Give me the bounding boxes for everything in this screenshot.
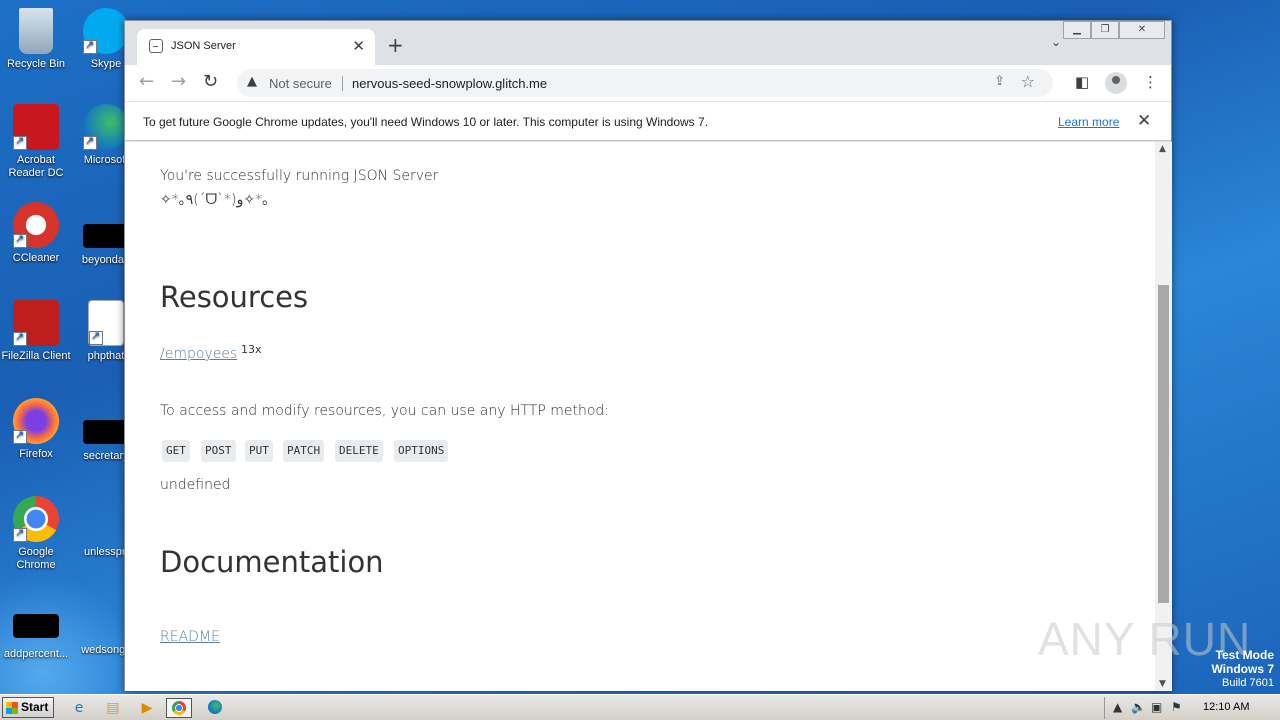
- resource-count: 13x: [241, 343, 262, 356]
- method-badge: OPTIONS: [394, 440, 449, 462]
- resources-heading: Resources: [160, 280, 309, 314]
- chrome-taskbar-icon[interactable]: [166, 698, 192, 718]
- file-explorer-icon[interactable]: ▤: [100, 698, 126, 718]
- start-button[interactable]: Start: [2, 697, 54, 718]
- security-label[interactable]: Not secure: [269, 76, 332, 91]
- minimize-button[interactable]: ▁: [1063, 21, 1091, 39]
- chrome-window: JSON Server ✕ + ⌄ ▁ ❐ ✕ ← → ↻ ▲ Not secu…: [124, 20, 1172, 691]
- tray-expand-icon[interactable]: ▲: [1113, 700, 1122, 714]
- desktop-icon-acrobat[interactable]: Acrobat Reader DC: [0, 104, 72, 180]
- desktop-icon-firefox[interactable]: Firefox: [0, 398, 72, 461]
- url-text[interactable]: nervous-seed-snowplow.glitch.me: [352, 76, 547, 91]
- maximize-button[interactable]: ❐: [1091, 21, 1119, 39]
- title-bar: JSON Server ✕ + ⌄ ▁ ❐ ✕: [125, 21, 1171, 65]
- undefined-text: undefined: [160, 477, 231, 493]
- browser-toolbar: ← → ↻ ▲ Not secure nervous-seed-snowplow…: [125, 65, 1171, 101]
- desktop-icon-recycle-bin[interactable]: Recycle Bin: [0, 8, 72, 71]
- method-badge: POST: [201, 440, 236, 462]
- address-bar[interactable]: ▲ Not secure nervous-seed-snowplow.glitc…: [237, 69, 1053, 97]
- tab-title: JSON Server: [171, 40, 236, 52]
- filezilla-icon: [13, 300, 59, 346]
- resource-link[interactable]: /empoyees: [160, 346, 237, 362]
- warning-icon: ▲: [247, 74, 257, 89]
- readme-link[interactable]: README: [160, 629, 220, 645]
- file-icon: [13, 614, 59, 638]
- update-infobar: To get future Google Chrome updates, you…: [125, 101, 1171, 141]
- method-badge: DELETE: [335, 440, 383, 462]
- desktop-icon-ccleaner[interactable]: CCleaner: [0, 202, 72, 265]
- tab-favicon-icon: [149, 39, 163, 53]
- skype-icon: [83, 8, 129, 54]
- address-separator: [342, 76, 343, 91]
- file-icon: [83, 420, 129, 444]
- edge-taskbar-icon[interactable]: [202, 698, 228, 718]
- share-icon[interactable]: ⇪: [994, 74, 1005, 89]
- file-icon: [83, 496, 129, 542]
- desktop-icon-filezilla[interactable]: FileZilla Client: [0, 300, 72, 363]
- page-scrollbar[interactable]: ▲ ▼: [1155, 142, 1172, 691]
- resource-row: /empoyees: [160, 346, 237, 362]
- taskbar: Start e ▤ ▶ ▲ 🔈 ▣ ⚑ 12:10 AM: [0, 694, 1280, 720]
- recycle-bin-icon: [19, 8, 53, 54]
- chrome-icon: [172, 701, 186, 715]
- test-mode-label: Test Mode Windows 7 Build 7601: [1211, 648, 1274, 689]
- window-controls: ▁ ❐ ✕: [1063, 21, 1165, 39]
- word-document-icon: [88, 300, 124, 346]
- learn-more-link[interactable]: Learn more: [1058, 115, 1119, 129]
- acrobat-icon: [13, 104, 59, 150]
- action-center-flag-icon[interactable]: ⚑: [1171, 700, 1182, 714]
- profile-avatar-icon[interactable]: [1105, 72, 1127, 94]
- infobar-close-icon[interactable]: ✕: [1137, 111, 1151, 131]
- infobar-message: To get future Google Chrome updates, you…: [143, 115, 709, 129]
- ccleaner-icon: [13, 202, 59, 248]
- tab-close-icon[interactable]: ✕: [352, 37, 365, 55]
- edge-icon: [83, 104, 129, 150]
- close-window-button[interactable]: ✕: [1119, 21, 1165, 39]
- bookmark-star-icon[interactable]: ☆: [1021, 72, 1035, 91]
- access-text: To access and modify resources, you can …: [160, 403, 609, 419]
- scrollbar-thumb[interactable]: [1158, 285, 1169, 603]
- back-icon[interactable]: ←: [139, 71, 154, 92]
- forward-icon[interactable]: →: [171, 71, 186, 92]
- desktop-icon-addpercent[interactable]: addpercent...: [0, 614, 72, 661]
- media-player-icon[interactable]: ▶: [134, 698, 160, 718]
- edge-icon: [208, 700, 222, 714]
- scroll-up-arrow-icon[interactable]: ▲: [1159, 144, 1166, 154]
- method-badge: PUT: [245, 440, 273, 462]
- network-icon[interactable]: ▣: [1151, 700, 1162, 714]
- page-viewport: You're successfully running JSON Server …: [125, 142, 1155, 691]
- readme-row: README: [160, 629, 220, 645]
- file-icon: [83, 224, 129, 248]
- documentation-heading: Documentation: [160, 545, 384, 579]
- desktop-icon-google-chrome[interactable]: Google Chrome: [0, 496, 72, 572]
- method-badge: GET: [162, 440, 190, 462]
- chrome-icon: [13, 496, 59, 542]
- intro-text: You're successfully running JSON Server: [160, 168, 439, 184]
- scroll-down-arrow-icon[interactable]: ▼: [1159, 679, 1166, 689]
- file-icon: [83, 594, 129, 640]
- reload-icon[interactable]: ↻: [203, 71, 218, 92]
- method-badge: PATCH: [283, 440, 325, 462]
- system-tray: ▲ 🔈 ▣ ⚑: [1104, 697, 1280, 719]
- tab-search-chevron-icon[interactable]: ⌄: [1051, 35, 1061, 49]
- taskbar-clock[interactable]: 12:10 AM: [1203, 701, 1249, 713]
- kaomoji-text: ✧*｡٩(ˊᗜˋ*)و✧*｡: [160, 192, 270, 208]
- new-tab-button[interactable]: +: [387, 33, 404, 57]
- side-panel-icon[interactable]: ◧: [1075, 73, 1089, 91]
- menu-kebab-icon[interactable]: ⋮: [1143, 73, 1158, 91]
- firefox-icon: [13, 398, 59, 444]
- internet-explorer-icon[interactable]: e: [66, 698, 92, 718]
- tab-json-server[interactable]: JSON Server ✕: [137, 29, 375, 65]
- volume-icon[interactable]: 🔈: [1131, 700, 1146, 714]
